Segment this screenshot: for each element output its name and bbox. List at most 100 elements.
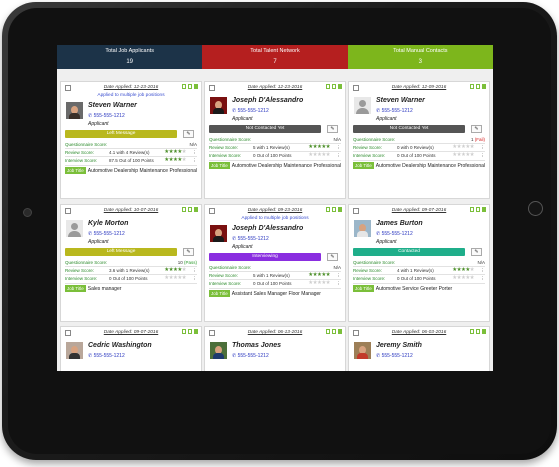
document-icon[interactable]: [326, 84, 330, 89]
applicant-card[interactable]: Date Applied: 12-23-2016 Joseph D'Alessan…: [204, 81, 346, 199]
applicant-phone[interactable]: ✆ 555-555-1212: [88, 231, 125, 237]
email-icon[interactable]: [338, 329, 342, 334]
applicant-name[interactable]: Joseph D'Alessandro: [232, 225, 303, 232]
applicant-phone[interactable]: ✆ 555-555-1212: [376, 231, 413, 237]
status-dropdown[interactable]: Interviewing: [209, 253, 321, 261]
avatar[interactable]: [210, 225, 227, 242]
applicant-phone[interactable]: ✆ 555-555-1212: [232, 236, 269, 242]
avatar[interactable]: [354, 220, 371, 237]
info-icon[interactable]: ⋮: [481, 153, 486, 159]
applicant-name[interactable]: Joseph D'Alessandro: [232, 97, 303, 104]
stat-manual-contacts[interactable]: Total Manual Contacts 3: [347, 45, 493, 69]
status-dropdown[interactable]: Contacted: [353, 248, 465, 256]
stat-job-applicants[interactable]: Total Job Applicants 19: [57, 45, 203, 69]
document-icon[interactable]: [182, 207, 186, 212]
applicant-card[interactable]: Date Applied: 09-07-2016 James Burton ✆ 55…: [348, 204, 490, 322]
email-icon[interactable]: [338, 84, 342, 89]
avatar[interactable]: [66, 102, 83, 119]
applicant-phone[interactable]: ✆ 555-555-1212: [232, 353, 269, 359]
edit-button[interactable]: ✎: [183, 248, 194, 256]
job-title[interactable]: Sales manager: [88, 286, 122, 292]
review-stars[interactable]: ★★★★★: [308, 144, 330, 150]
avatar[interactable]: [354, 342, 371, 359]
applicant-phone[interactable]: ✆ 555-555-1212: [376, 108, 413, 114]
applicant-card[interactable]: Date Applied: 10-07-2016 Kyle Morton ✆ 555…: [60, 204, 202, 322]
document-icon[interactable]: [188, 329, 192, 334]
applicant-phone[interactable]: ✆ 555-555-1212: [88, 113, 125, 119]
applicant-phone[interactable]: ✆ 555-555-1212: [376, 353, 413, 359]
info-icon[interactable]: ⋮: [193, 158, 198, 164]
info-icon[interactable]: ⋮: [337, 153, 342, 159]
review-stars[interactable]: ★★★★★: [164, 267, 186, 273]
edit-button[interactable]: ✎: [471, 248, 482, 256]
document-icon[interactable]: [470, 329, 474, 334]
document-icon[interactable]: [470, 207, 474, 212]
edit-button[interactable]: ✎: [327, 125, 338, 133]
document-icon[interactable]: [188, 84, 192, 89]
status-dropdown[interactable]: Not Contacted Yet: [209, 125, 321, 133]
applicant-card[interactable]: Date Applied: 06-13-2016 Thomas Jones ✆ 55…: [204, 326, 346, 371]
email-icon[interactable]: [482, 84, 486, 89]
applicant-name[interactable]: Kyle Morton: [88, 220, 128, 227]
email-icon[interactable]: [194, 207, 198, 212]
applicant-name[interactable]: Thomas Jones: [232, 342, 281, 349]
info-icon[interactable]: ⋮: [481, 276, 486, 282]
applicant-card[interactable]: Date Applied: 12-23-2016 Applied to multi…: [60, 81, 202, 199]
interview-stars[interactable]: ★★★★★: [452, 275, 474, 281]
applicant-name[interactable]: James Burton: [376, 220, 423, 227]
interview-stars[interactable]: ★★★★★: [164, 275, 186, 281]
interview-stars[interactable]: ★★★★★: [164, 157, 186, 163]
document-icon[interactable]: [470, 84, 474, 89]
document-icon[interactable]: [332, 329, 336, 334]
job-title[interactable]: Assistant Sales Manager Floor Manager: [232, 291, 321, 297]
avatar-placeholder-icon[interactable]: [66, 220, 83, 237]
applicant-card[interactable]: Date Applied: 12-09-2016 Steven Warner ✆ 5…: [348, 81, 490, 199]
email-icon[interactable]: [482, 207, 486, 212]
document-icon[interactable]: [182, 84, 186, 89]
applicant-name[interactable]: Steven Warner: [376, 97, 425, 104]
info-icon[interactable]: ⋮: [193, 276, 198, 282]
status-dropdown[interactable]: Not Contacted Yet: [353, 125, 465, 133]
review-stars[interactable]: ★★★★★: [452, 144, 474, 150]
job-title[interactable]: Automotive Service Greeter Porter: [376, 286, 452, 292]
multiple-positions-note[interactable]: Applied to multiple job positions: [205, 216, 345, 221]
avatar[interactable]: [210, 97, 227, 114]
review-stars[interactable]: ★★★★★: [452, 267, 474, 273]
applicant-card[interactable]: Date Applied: 09-07-2016 Cedric Washingto…: [60, 326, 202, 371]
job-title[interactable]: Automotive Dealership Maintenance Profes…: [232, 163, 341, 169]
avatar[interactable]: [66, 342, 83, 359]
review-stars[interactable]: ★★★★★: [164, 149, 186, 155]
applicant-card[interactable]: Date Applied: 09-23-2016 Applied to multi…: [204, 204, 346, 322]
avatar-placeholder-icon[interactable]: [354, 97, 371, 114]
document-icon[interactable]: [476, 329, 480, 334]
job-title[interactable]: Automotive Dealership Maintenance Profes…: [376, 163, 485, 169]
document-icon[interactable]: [476, 84, 480, 89]
interview-stars[interactable]: ★★★★★: [452, 152, 474, 158]
applicant-phone[interactable]: ✆ 555-555-1212: [232, 108, 269, 114]
document-icon[interactable]: [326, 329, 330, 334]
document-icon[interactable]: [182, 329, 186, 334]
applicant-name[interactable]: Cedric Washington: [88, 342, 152, 349]
interview-stars[interactable]: ★★★★★: [308, 280, 330, 286]
document-icon[interactable]: [326, 207, 330, 212]
multiple-positions-note[interactable]: Applied to multiple job positions: [61, 93, 201, 98]
document-icon[interactable]: [476, 207, 480, 212]
edit-button[interactable]: ✎: [327, 253, 338, 261]
info-icon[interactable]: ⋮: [337, 281, 342, 287]
applicant-name[interactable]: Jeremy Smith: [376, 342, 422, 349]
stat-talent-network[interactable]: Total Talent Network 7: [202, 45, 348, 69]
edit-button[interactable]: ✎: [471, 125, 482, 133]
review-stars[interactable]: ★★★★★: [308, 272, 330, 278]
document-icon[interactable]: [188, 207, 192, 212]
document-icon[interactable]: [332, 84, 336, 89]
email-icon[interactable]: [194, 84, 198, 89]
edit-button[interactable]: ✎: [183, 130, 194, 138]
email-icon[interactable]: [194, 329, 198, 334]
document-icon[interactable]: [332, 207, 336, 212]
home-button[interactable]: [528, 201, 543, 216]
interview-stars[interactable]: ★★★★★: [308, 152, 330, 158]
status-dropdown[interactable]: Left Message: [65, 248, 177, 256]
email-icon[interactable]: [338, 207, 342, 212]
avatar[interactable]: [210, 342, 227, 359]
job-title[interactable]: Automotive Dealership Maintenance Profes…: [88, 168, 197, 174]
